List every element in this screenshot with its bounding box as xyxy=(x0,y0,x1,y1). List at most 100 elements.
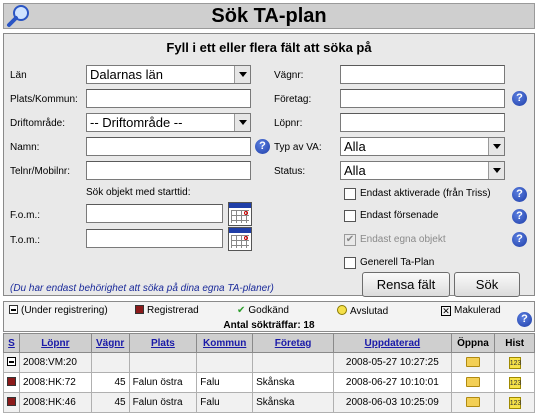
plats-label: Plats/Kommun: xyxy=(10,94,78,105)
results-table: S Löpnr Vägnr Plats Kommun Företag Uppda… xyxy=(3,333,535,413)
status-legend: (Under registrering) Registrerad ✔ Godkän… xyxy=(3,301,535,332)
calendar-icon[interactable] xyxy=(228,227,252,251)
telnr-input[interactable] xyxy=(86,161,251,180)
table-header: S Löpnr Vägnr Plats Kommun Företag Uppda… xyxy=(3,333,535,353)
folder-icon[interactable] xyxy=(465,396,480,407)
circle-icon xyxy=(337,305,347,315)
lan-select[interactable]: Dalarnas län xyxy=(86,65,251,84)
status-select[interactable]: Alla xyxy=(340,161,505,180)
search-button[interactable]: Sök xyxy=(454,272,520,297)
plats-cell: Falun östra xyxy=(128,372,198,393)
status-cell xyxy=(3,372,20,393)
kommun-cell: Falu xyxy=(196,372,254,393)
lopnr-input[interactable] xyxy=(340,113,505,132)
vagnr-cell: 45 xyxy=(90,372,130,393)
plats-cell xyxy=(128,352,198,373)
status-label: Status: xyxy=(274,166,306,177)
form-heading: Fyll i ett eller flera fält att söka på xyxy=(166,40,372,55)
typ-select-value: Alla xyxy=(344,139,366,154)
generell-checkbox[interactable] xyxy=(344,257,356,269)
telnr-label: Telnr/Mobilnr: xyxy=(10,166,71,177)
calendar-icon[interactable] xyxy=(228,202,252,226)
foretag-cell xyxy=(252,352,335,373)
legend-item: Avslutad xyxy=(337,305,388,317)
chevron-down-icon xyxy=(488,138,504,155)
status-cell xyxy=(3,352,20,373)
legend-item: ✔ Godkänd xyxy=(237,305,289,316)
registered-icon xyxy=(7,377,16,386)
page-header: Sök TA-plan xyxy=(3,3,535,29)
foretag-cell: Skånska xyxy=(252,392,335,413)
history-icon[interactable]: 123 xyxy=(508,397,521,409)
hist-cell[interactable]: 123 xyxy=(494,372,535,393)
forsenade-checkbox[interactable] xyxy=(344,210,356,222)
foretag-cell: Skånska xyxy=(252,372,335,393)
hist-cell[interactable]: 123 xyxy=(494,352,535,373)
kommun-cell xyxy=(196,352,254,373)
col-lopnr[interactable]: Löpnr xyxy=(19,333,92,353)
driftomrade-select-value: -- Driftområde -- xyxy=(90,115,183,130)
col-plats[interactable]: Plats xyxy=(128,333,198,353)
lan-label: Län xyxy=(10,70,27,81)
start-heading: Sök objekt med starttid: xyxy=(86,187,191,198)
folder-icon[interactable] xyxy=(465,376,480,387)
open-cell[interactable] xyxy=(450,352,496,373)
plats-cell: Falun östra xyxy=(128,392,198,413)
namn-help-icon[interactable]: ? xyxy=(255,139,270,154)
uppdaterad-cell: 2008-05-27 10:27:25 xyxy=(333,352,452,373)
vagnr-input[interactable] xyxy=(340,65,505,84)
col-vagnr[interactable]: Vägnr xyxy=(90,333,130,353)
registered-icon xyxy=(135,305,144,314)
typ-select[interactable]: Alla xyxy=(340,137,505,156)
fom-label: F.o.m.: xyxy=(10,210,41,221)
page-title: Sök TA-plan xyxy=(211,5,327,27)
folder-icon[interactable] xyxy=(465,356,480,367)
legend-help-icon[interactable]: ? xyxy=(517,312,532,327)
foretag-help-icon[interactable]: ? xyxy=(512,91,527,106)
vagnr-label: Vägnr: xyxy=(274,70,304,81)
hist-cell[interactable]: 123 xyxy=(494,392,535,413)
status-select-value: Alla xyxy=(344,163,366,178)
tom-label: T.o.m.: xyxy=(10,235,41,246)
typ-label: Typ av VA: xyxy=(274,142,322,153)
open-cell[interactable] xyxy=(450,372,496,393)
forsenade-help-icon[interactable]: ? xyxy=(512,209,527,224)
namn-input[interactable] xyxy=(86,137,251,156)
reset-button[interactable]: Rensa fält xyxy=(362,272,450,297)
col-uppdaterad[interactable]: Uppdaterad xyxy=(333,333,452,353)
foretag-input[interactable] xyxy=(340,89,505,108)
vagnr-cell: 45 xyxy=(90,392,130,413)
legend-item: (Under registrering) xyxy=(9,305,108,316)
chevron-down-icon xyxy=(234,114,250,131)
plats-input[interactable] xyxy=(86,89,251,108)
lopnr-label: Löpnr: xyxy=(274,118,303,129)
driftomrade-select[interactable]: -- Driftområde -- xyxy=(86,113,251,132)
foretag-label: Företag: xyxy=(274,94,312,105)
table-row: 2008:VM:20 2008-05-27 10:27:25 123 xyxy=(3,352,535,373)
col-s[interactable]: S xyxy=(3,333,20,353)
col-foretag[interactable]: Företag xyxy=(252,333,335,353)
history-icon[interactable]: 123 xyxy=(508,357,521,369)
search-form: Fyll i ett eller flera fält att söka på … xyxy=(3,33,535,297)
uppdaterad-cell: 2008-06-03 10:25:09 xyxy=(333,392,452,413)
legend-item: Registrerad xyxy=(135,305,199,316)
egna-help-icon[interactable]: ? xyxy=(512,232,527,247)
col-kommun[interactable]: Kommun xyxy=(196,333,254,353)
aktiverade-help-icon[interactable]: ? xyxy=(512,187,527,202)
egna-checkbox: ✔ xyxy=(344,234,356,246)
cross-icon: ✕ xyxy=(441,306,451,316)
forsenade-label: Endast försenade xyxy=(360,210,439,221)
table-row: 2008:HK:72 45 Falun östra Falu Skånska 2… xyxy=(3,372,535,393)
history-icon[interactable]: 123 xyxy=(508,377,521,389)
namn-label: Namn: xyxy=(10,142,40,153)
checkmark-icon: ✔ xyxy=(237,305,246,316)
tom-input[interactable] xyxy=(86,229,223,248)
uppdaterad-cell: 2008-06-27 10:10:01 xyxy=(333,372,452,393)
col-oppna: Öppna xyxy=(450,333,496,353)
aktiverade-checkbox[interactable] xyxy=(344,188,356,200)
chevron-down-icon xyxy=(234,66,250,83)
fom-input[interactable] xyxy=(86,204,223,223)
open-cell[interactable] xyxy=(450,392,496,413)
kommun-cell: Falu xyxy=(196,392,254,413)
registered-icon xyxy=(7,397,16,406)
